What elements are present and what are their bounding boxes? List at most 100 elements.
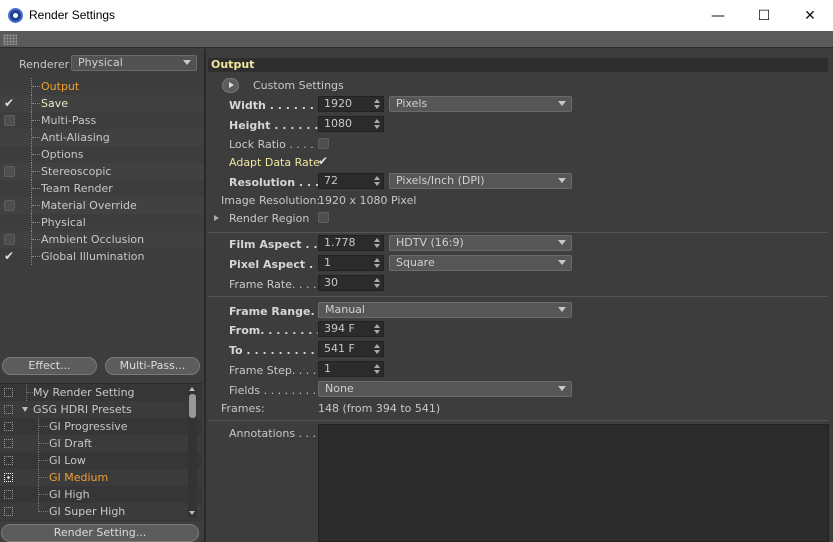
spinner-arrows-icon[interactable] (374, 238, 380, 248)
preset-icon (4, 422, 13, 431)
spinner-arrows-icon[interactable] (374, 119, 380, 129)
fields-dropdown[interactable]: None (318, 381, 572, 397)
tree-item-output[interactable]: Output (0, 78, 204, 95)
spinner-arrows-icon[interactable] (374, 258, 380, 268)
frame-step-field[interactable]: 1 (318, 361, 384, 377)
preset-label: GI Super High (49, 505, 126, 518)
cinema4d-app-icon (8, 8, 23, 23)
scroll-thumb[interactable] (189, 394, 196, 418)
lock-ratio-checkbox[interactable] (318, 138, 329, 149)
spinner-arrows-icon[interactable] (374, 364, 380, 374)
expand-triangle-icon[interactable] (22, 407, 28, 412)
tree-item-multi-pass[interactable]: Multi-Pass (0, 112, 204, 129)
annotations-textarea[interactable] (318, 424, 829, 542)
spinner-arrows-icon[interactable] (374, 324, 380, 334)
spinner-arrows-icon[interactable] (374, 99, 380, 109)
film-aspect-dropdown[interactable]: HDTV (16:9) (389, 235, 572, 251)
preset-item[interactable]: My Render Setting (0, 384, 202, 401)
effect-button[interactable]: Effect... (2, 357, 97, 375)
preset-item[interactable]: GI Progressive (0, 418, 202, 435)
tree-item-stereoscopic[interactable]: Stereoscopic (0, 163, 204, 180)
tree-item-global-illumination[interactable]: ✔ Global Illumination (0, 248, 204, 265)
to-value: 541 F (324, 342, 355, 355)
tree-item-material-override[interactable]: Material Override (0, 197, 204, 214)
grip-handle-icon[interactable] (3, 34, 17, 45)
spinner-arrows-icon[interactable] (374, 278, 380, 288)
chevron-down-icon (558, 101, 566, 106)
preset-item[interactable]: GI High (0, 486, 202, 503)
render-region-label: Render Region (229, 212, 310, 225)
frame-range-dropdown[interactable]: Manual (318, 302, 572, 318)
checkmark-icon[interactable]: ✔ (4, 250, 15, 262)
preset-item[interactable]: GI Super High (0, 503, 202, 520)
height-value: 1080 (324, 117, 352, 130)
from-field[interactable]: 394 F (318, 321, 384, 337)
height-field[interactable]: 1080 (318, 116, 384, 132)
width-field[interactable]: 1920 (318, 96, 384, 112)
tree-item-options[interactable]: Options (0, 146, 204, 163)
width-unit-value: Pixels (396, 97, 428, 110)
tree-item-team-render[interactable]: Team Render (0, 180, 204, 197)
preset-item-active[interactable]: GI Medium (0, 469, 202, 486)
frame-rate-field[interactable]: 30 (318, 275, 384, 291)
enable-checkbox[interactable] (4, 166, 15, 177)
maximize-button[interactable]: ☐ (741, 0, 787, 31)
tree-item-label: Global Illumination (41, 250, 145, 263)
tree-item-label: Team Render (41, 182, 113, 195)
separator (208, 296, 828, 297)
tree-item-ambient-occlusion[interactable]: Ambient Occlusion (0, 231, 204, 248)
film-aspect-field[interactable]: 1.778 (318, 235, 384, 251)
frame-range-value: Manual (325, 303, 365, 316)
preset-label: GSG HDRI Presets (33, 403, 132, 416)
preset-label: GI Draft (49, 437, 92, 450)
image-resolution-value: 1920 x 1080 Pixel (318, 194, 417, 207)
renderer-dropdown[interactable]: Physical (71, 55, 197, 71)
width-unit-dropdown[interactable]: Pixels (389, 96, 572, 112)
adapt-data-rate-checkmark-icon[interactable]: ✔ (318, 155, 328, 167)
separator (208, 420, 828, 421)
enable-checkbox[interactable] (4, 115, 15, 126)
to-field[interactable]: 541 F (318, 341, 384, 357)
scroll-down-arrow-icon[interactable] (189, 511, 195, 515)
annotations-label: Annotations . . . (229, 427, 317, 440)
checkmark-icon[interactable]: ✔ (4, 97, 15, 109)
render-region-checkbox[interactable] (318, 212, 329, 223)
spinner-arrows-icon[interactable] (374, 344, 380, 354)
resolution-field[interactable]: 72 (318, 173, 384, 189)
scroll-up-arrow-icon[interactable] (189, 387, 195, 391)
close-button[interactable]: ✕ (787, 0, 833, 31)
fields-value: None (325, 382, 354, 395)
tree-item-anti-aliasing[interactable]: Anti-Aliasing (0, 129, 204, 146)
presets-scrollbar[interactable] (188, 386, 197, 518)
pixel-aspect-dropdown[interactable]: Square (389, 255, 572, 271)
output-panel: Output Custom Settings Width . . . . . .… (206, 49, 833, 542)
preset-item[interactable]: GI Draft (0, 435, 202, 452)
window-title: Render Settings (29, 8, 116, 22)
left-panel: Renderer Physical Output ✔ Save Multi-Pa… (0, 49, 204, 542)
preset-folder[interactable]: GSG HDRI Presets (0, 401, 202, 418)
enable-checkbox[interactable] (4, 234, 15, 245)
tree-item-save[interactable]: ✔ Save (0, 95, 204, 112)
spinner-arrows-icon[interactable] (374, 176, 380, 186)
section-header: Output (208, 58, 828, 72)
image-resolution-label: Image Resolution: (221, 194, 321, 207)
tree-item-physical[interactable]: Physical (0, 214, 204, 231)
pixel-aspect-value: 1 (324, 256, 331, 269)
pixel-aspect-field[interactable]: 1 (318, 255, 384, 271)
renderer-value: Physical (78, 56, 123, 69)
settings-tree: Output ✔ Save Multi-Pass Anti-Aliasing O… (0, 78, 204, 265)
resolution-unit-dropdown[interactable]: Pixels/Inch (DPI) (389, 173, 572, 189)
expand-triangle-icon[interactable] (214, 215, 219, 221)
preset-item[interactable]: GI Low (0, 452, 202, 469)
separator (208, 232, 828, 233)
tree-item-label: Save (41, 97, 69, 110)
render-setting-button[interactable]: Render Setting... (1, 524, 199, 542)
multi-pass-button[interactable]: Multi-Pass... (105, 357, 200, 375)
preset-icon (4, 388, 13, 397)
minimize-button[interactable]: — (695, 0, 741, 31)
custom-settings-play-icon[interactable] (222, 78, 239, 93)
enable-checkbox[interactable] (4, 200, 15, 211)
preset-icon (4, 439, 13, 448)
film-aspect-value: 1.778 (324, 236, 356, 249)
preset-label: GI Medium (49, 471, 109, 484)
